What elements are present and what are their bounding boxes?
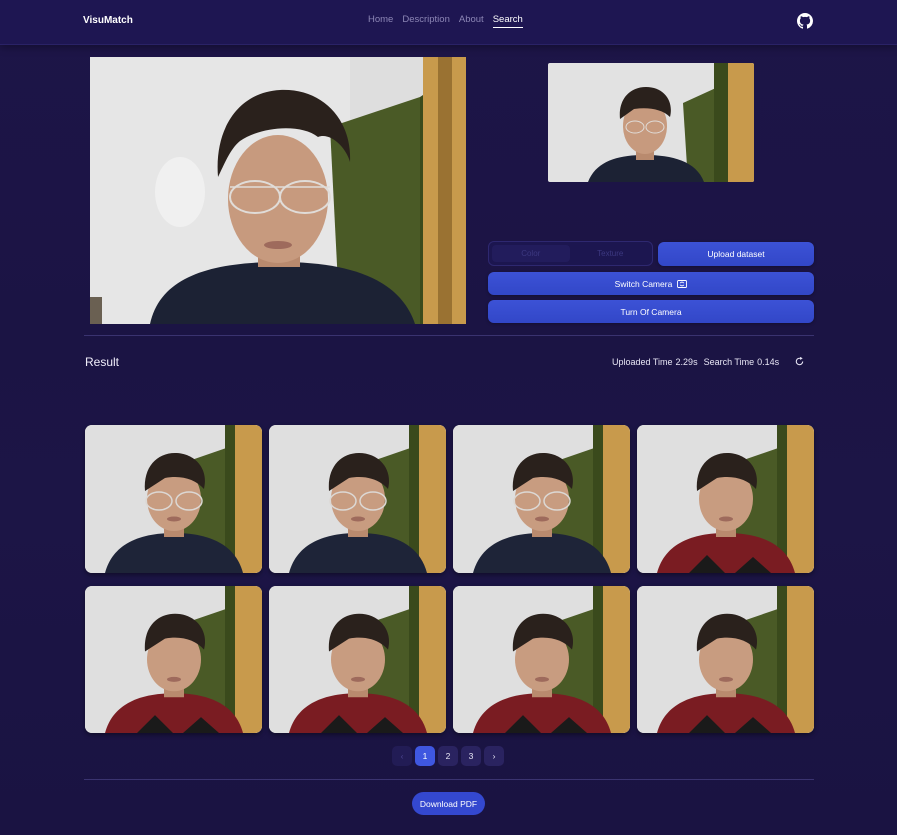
nav-description[interactable]: Description bbox=[402, 14, 450, 28]
webcam-feed bbox=[90, 57, 466, 324]
timing-stats: Uploaded Time 2.29s Search Time 0.14s bbox=[612, 357, 779, 367]
uploaded-time-label: Uploaded Time bbox=[612, 357, 673, 367]
result-image[interactable] bbox=[85, 586, 262, 733]
switch-camera-button[interactable]: Switch Camera bbox=[488, 272, 814, 295]
result-image[interactable] bbox=[85, 425, 262, 573]
mode-texture-button[interactable]: Texture bbox=[572, 245, 650, 262]
result-image[interactable] bbox=[453, 425, 630, 573]
github-icon[interactable] bbox=[797, 13, 813, 29]
result-grid bbox=[85, 425, 814, 733]
page-2-button[interactable]: 2 bbox=[438, 746, 458, 766]
camera-switch-icon bbox=[677, 280, 688, 288]
turn-off-camera-label: Turn Of Camera bbox=[620, 306, 682, 317]
page-1-button[interactable]: 1 bbox=[415, 746, 435, 766]
nav-about[interactable]: About bbox=[459, 14, 484, 28]
refresh-icon[interactable] bbox=[794, 356, 805, 367]
page: VisuMatch Home Description About Search bbox=[0, 0, 897, 835]
result-image[interactable] bbox=[637, 586, 814, 733]
prev-page-button[interactable]: ‹ bbox=[392, 746, 412, 766]
result-image[interactable] bbox=[637, 425, 814, 573]
download-pdf-button[interactable]: Download PDF bbox=[412, 792, 485, 815]
next-page-button[interactable]: › bbox=[484, 746, 504, 766]
page-3-button[interactable]: 3 bbox=[461, 746, 481, 766]
mode-color-button[interactable]: Color bbox=[492, 245, 570, 262]
section-divider-top bbox=[84, 335, 814, 336]
upload-dataset-label: Upload dataset bbox=[707, 249, 765, 259]
switch-camera-label: Switch Camera bbox=[614, 278, 673, 289]
section-divider-bottom bbox=[84, 779, 814, 780]
turn-off-camera-button[interactable]: Turn Of Camera bbox=[488, 300, 814, 323]
result-title: Result bbox=[85, 355, 120, 369]
nav-links: Home Description About Search bbox=[368, 14, 523, 28]
search-time-label: Search Time bbox=[703, 357, 755, 367]
top-navbar: VisuMatch Home Description About Search bbox=[0, 0, 897, 45]
nav-search[interactable]: Search bbox=[492, 14, 523, 28]
nav-home[interactable]: Home bbox=[368, 14, 393, 28]
pagination: ‹ 1 2 3 › bbox=[392, 746, 504, 766]
uploaded-time-value: 2.29s bbox=[675, 357, 698, 367]
result-image[interactable] bbox=[453, 586, 630, 733]
upload-dataset-button[interactable]: Upload dataset bbox=[658, 242, 814, 266]
result-image[interactable] bbox=[269, 425, 446, 573]
brand-logo[interactable]: VisuMatch bbox=[83, 15, 133, 26]
search-time-value: 0.14s bbox=[757, 357, 780, 367]
feature-mode-toggle: Color Texture bbox=[488, 241, 653, 266]
captured-preview bbox=[548, 63, 754, 182]
result-image[interactable] bbox=[269, 586, 446, 733]
